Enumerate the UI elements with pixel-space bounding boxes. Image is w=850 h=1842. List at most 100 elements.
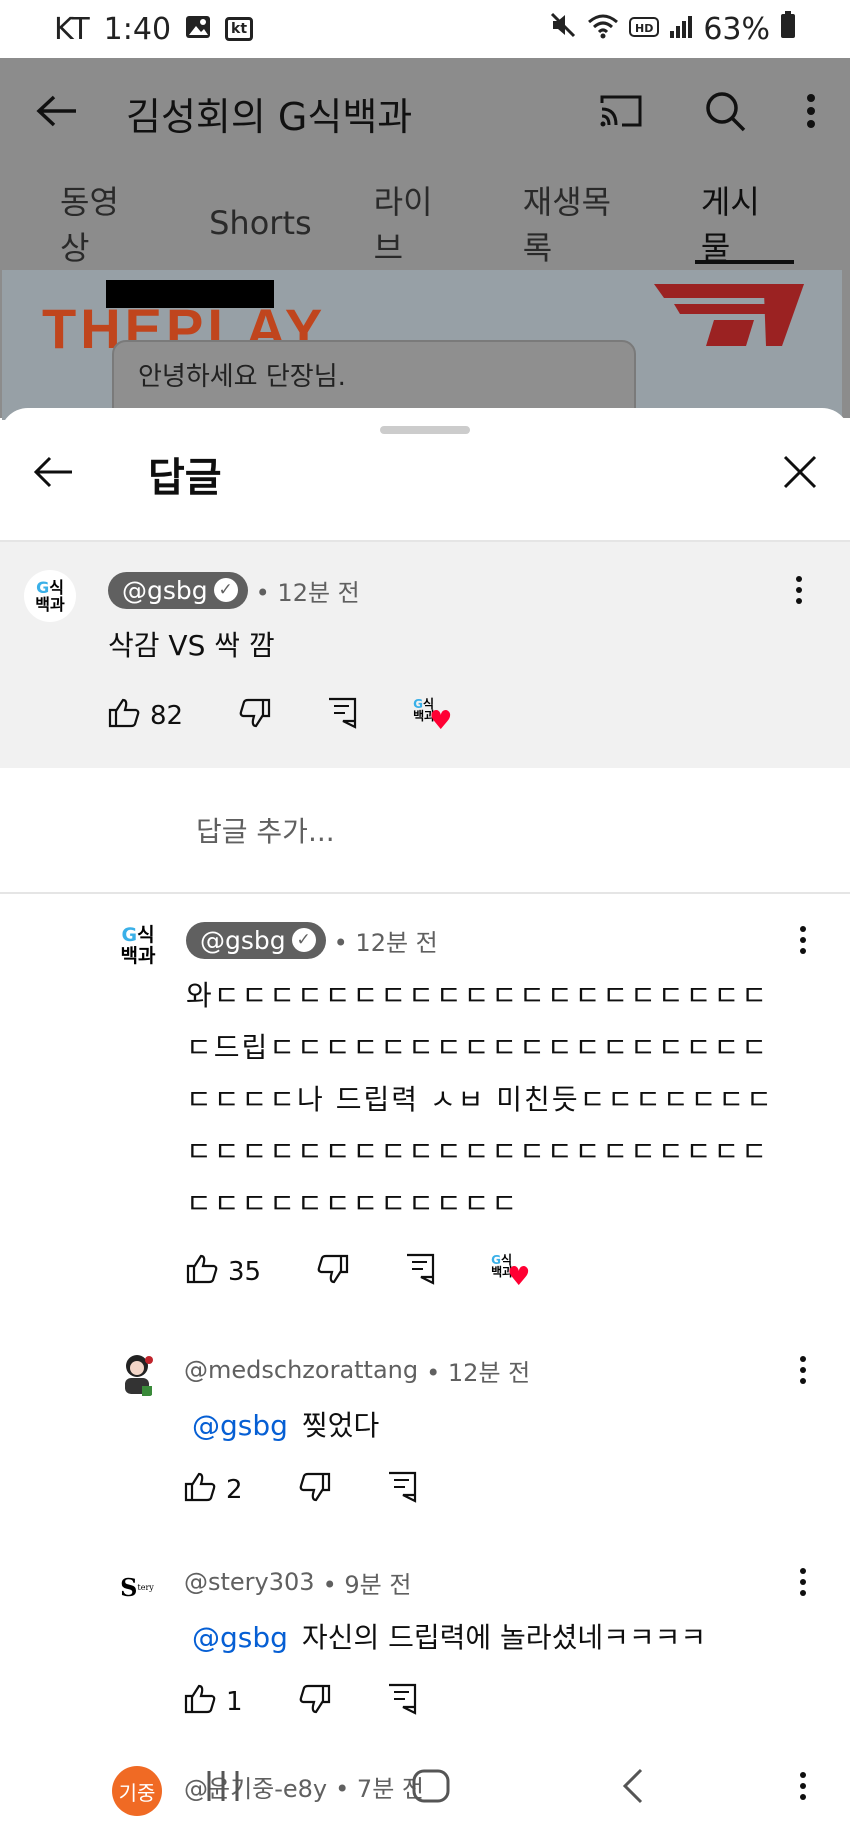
avatar[interactable] — [112, 1350, 162, 1400]
status-bar: KT 1:40 kt HD 63% — [0, 0, 850, 58]
comment-time: • 12분 전 — [333, 928, 438, 957]
replies-list: G식 백과 @gsbg ✓ • 12분 전 와ㄷㄷㄷㄷㄷㄷㄷㄷㄷㄷㄷㄷㄷㄷㄷㄷㄷ… — [0, 894, 850, 1816]
heart-icon: ♥ — [429, 706, 453, 736]
wifi-icon — [587, 12, 619, 47]
heart-icon: ♥ — [507, 1262, 531, 1292]
dislike-button[interactable] — [299, 1684, 331, 1721]
back-nav-icon[interactable] — [621, 1767, 645, 1809]
tab-live[interactable]: 라이브 — [374, 168, 461, 278]
carrier-label: KT — [54, 11, 90, 47]
reply-button[interactable] — [387, 1683, 417, 1722]
comment-time: • 9분 전 — [322, 1570, 412, 1599]
gallery-icon — [185, 12, 211, 47]
list-item: Stery @stery303 • 9분 전 @gsbg 자신의 드립력에 놀라셨… — [0, 1562, 850, 1722]
thumb-down-icon — [317, 1254, 349, 1291]
mention-link[interactable]: @gsbg — [192, 1621, 288, 1654]
more-vert-icon[interactable] — [798, 1568, 808, 1596]
thumb-down-icon — [239, 698, 271, 735]
comment-text: @gsbg 자신의 드립력에 놀라셨네ㅋㅋㅋㅋ — [192, 1621, 707, 1654]
tab-videos[interactable]: 동영상 — [60, 168, 147, 278]
like-count: 82 — [150, 701, 184, 731]
creator-handle-badge[interactable]: @gsbg ✓ — [186, 921, 326, 959]
comment-time: • 12분 전 — [255, 578, 360, 607]
comment-icon — [387, 1683, 417, 1722]
channel-header: 김성회의 G식백과 — [0, 58, 850, 168]
comment-icon — [405, 1253, 435, 1292]
comment-actions: 2 — [184, 1470, 818, 1510]
channel-title: 김성회의 G식백과 — [126, 94, 413, 139]
parent-comment: G식 백과 @gsbg ✓ • 12분 전 삭감 VS 싹 깜 82 G식 백과… — [0, 542, 850, 768]
verified-check-icon: ✓ — [213, 578, 238, 602]
kt-app-icon: kt — [225, 17, 254, 41]
thumb-down-icon — [299, 1684, 331, 1721]
thumb-up-icon — [186, 1254, 218, 1291]
comment-text: 삭감 VS 싹 깜 — [108, 629, 275, 662]
tab-shorts[interactable]: Shorts — [209, 168, 312, 278]
avatar[interactable]: Stery — [112, 1562, 162, 1612]
more-vert-icon[interactable] — [798, 926, 808, 954]
comment-time: • 12분 전 — [426, 1358, 531, 1387]
sheet-title: 답글 — [148, 455, 222, 501]
author-handle[interactable]: @medschzorattang — [184, 1356, 418, 1384]
comment-actions: 1 — [184, 1682, 818, 1722]
tab-posts[interactable]: 게시물 — [694, 168, 795, 278]
add-reply-input[interactable]: 답글 추가... — [0, 768, 850, 894]
comment-icon — [387, 1471, 417, 1510]
tab-playlists[interactable]: 재생목록 — [523, 168, 639, 278]
thumb-down-icon — [299, 1472, 331, 1509]
comment-text: @gsbg 찢었다 — [192, 1409, 380, 1442]
avatar[interactable]: G식 백과 — [112, 920, 164, 972]
like-button[interactable]: 2 — [184, 1472, 243, 1509]
channel-tabs: 동영상 Shorts 라이브 재생목록 게시물 — [0, 168, 850, 278]
redaction-bar — [106, 280, 274, 308]
back-arrow-icon[interactable] — [34, 93, 78, 133]
like-count: 2 — [226, 1475, 243, 1505]
comment-text: 와ㄷㄷㄷㄷㄷㄷㄷㄷㄷㄷㄷㄷㄷㄷㄷㄷㄷㄷㄷㄷㄷ드립ㄷㄷㄷㄷㄷㄷㄷㄷㄷㄷㄷㄷㄷㄷㄷㄷ… — [186, 979, 774, 1220]
like-button[interactable]: 35 — [186, 1254, 261, 1291]
search-icon[interactable] — [704, 90, 746, 136]
clock: 1:40 — [103, 11, 172, 47]
svg-text:HD: HD — [635, 22, 653, 35]
verified-check-icon: ✓ — [291, 928, 316, 952]
avatar[interactable]: G식 백과 — [24, 570, 76, 622]
home-icon[interactable] — [411, 1768, 451, 1808]
back-arrow-icon[interactable] — [32, 455, 74, 493]
drag-handle[interactable] — [380, 426, 470, 434]
more-vert-icon[interactable] — [794, 576, 804, 604]
signal-icon — [669, 12, 693, 47]
mention-link[interactable]: @gsbg — [192, 1409, 288, 1442]
comment-actions: 35 G식 백과 ♥ — [186, 1252, 818, 1292]
reply-button[interactable] — [405, 1253, 435, 1292]
list-item: G식 백과 @gsbg ✓ • 12분 전 와ㄷㄷㄷㄷㄷㄷㄷㄷㄷㄷㄷㄷㄷㄷㄷㄷㄷ… — [0, 920, 850, 1292]
author-handle[interactable]: @stery303 — [184, 1568, 315, 1596]
list-item: @medschzorattang • 12분 전 @gsbg 찢었다 2 — [0, 1350, 850, 1510]
system-nav-bar — [0, 1750, 850, 1826]
comment-icon — [327, 697, 357, 736]
dislike-button[interactable] — [239, 698, 271, 735]
post-image: THEPLAY 안녕하세요 단장님. — [2, 270, 842, 420]
cast-icon[interactable] — [598, 93, 644, 133]
recent-apps-icon[interactable] — [205, 1769, 241, 1807]
hd-icon: HD — [629, 12, 660, 47]
t1-logo — [654, 280, 814, 367]
channel-page-dimmed: 김성회의 G식백과 동영상 Shorts 라이브 재생목록 게시물 THEPLA… — [0, 58, 850, 420]
reply-button[interactable] — [387, 1471, 417, 1510]
thumb-up-icon — [108, 698, 140, 735]
creator-handle-badge[interactable]: @gsbg ✓ — [108, 571, 248, 609]
dislike-button[interactable] — [317, 1254, 349, 1291]
like-button[interactable]: 82 — [108, 698, 183, 735]
close-icon[interactable] — [782, 454, 818, 494]
creator-heart-badge: G식 백과 ♥ — [491, 1254, 531, 1290]
like-button[interactable]: 1 — [184, 1684, 243, 1721]
creator-heart-badge: G식 백과 ♥ — [413, 698, 453, 734]
thumb-up-icon — [184, 1684, 216, 1721]
like-count: 1 — [226, 1687, 243, 1717]
mute-icon — [549, 11, 577, 47]
dislike-button[interactable] — [299, 1472, 331, 1509]
reply-button[interactable] — [327, 697, 357, 736]
more-vert-icon[interactable] — [806, 93, 816, 133]
like-count: 35 — [228, 1257, 262, 1287]
battery-percent: 63% — [703, 11, 770, 47]
comment-actions: 82 G식 백과 ♥ — [108, 696, 818, 736]
more-vert-icon[interactable] — [798, 1356, 808, 1384]
